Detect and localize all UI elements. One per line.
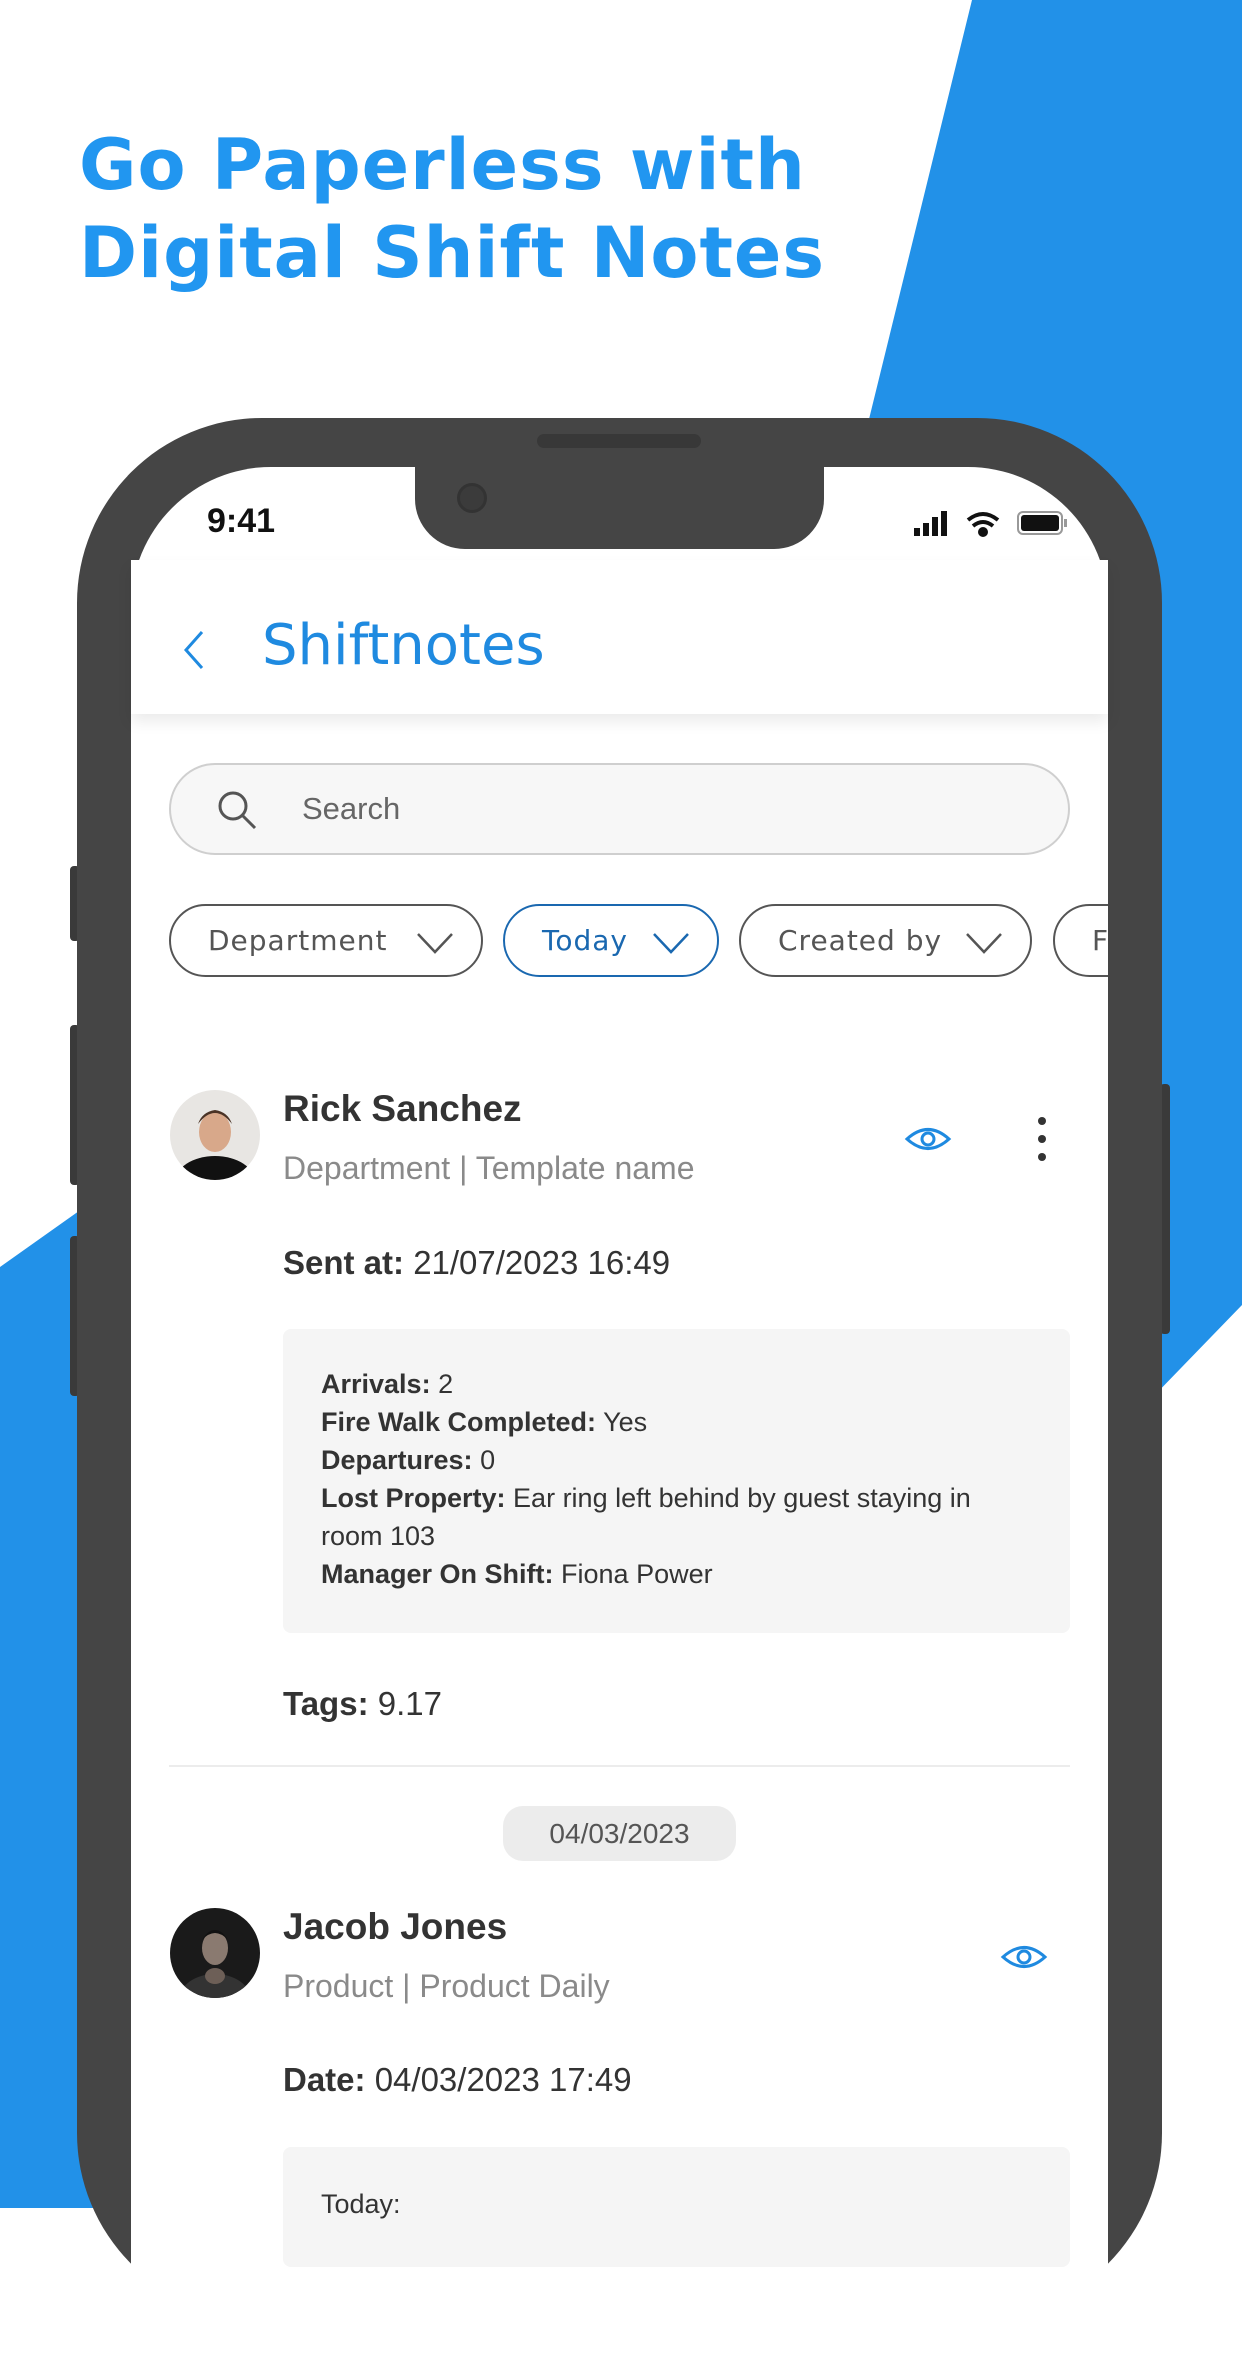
field-row: Fire Walk Completed: Yes [321, 1407, 648, 1437]
signal-icon [914, 511, 947, 536]
filter-department[interactable]: Department [169, 904, 483, 977]
sent-at-value: 21/07/2023 16:49 [413, 1244, 671, 1281]
page-title: Shiftnotes [262, 613, 545, 678]
filter-created-by[interactable]: Created by [739, 904, 1032, 977]
search-icon [218, 791, 257, 830]
note-text: Today: [321, 2189, 401, 2219]
filter-label: F [1092, 924, 1110, 957]
more-vertical-icon[interactable] [1032, 1115, 1052, 1165]
field-row: Arrivals: 2 [321, 1369, 454, 1399]
filter-label: Created by [778, 924, 943, 957]
note-content: Today: [283, 2147, 1070, 2267]
tags-label: Tags: [283, 1685, 369, 1722]
tags-value: 9.17 [377, 1685, 442, 1722]
filter-label: Department [208, 924, 388, 957]
note-content: Arrivals: 2 Fire Walk Completed: Yes Dep… [283, 1329, 1070, 1633]
author-name: Jacob Jones [283, 1906, 508, 1947]
field-row: Manager On Shift: Fiona Power [321, 1559, 713, 1589]
chevron-down-icon [417, 933, 453, 954]
field-row: Lost Property: Ear ring left behind by g… [321, 1483, 971, 1551]
date-label: Date: [283, 2061, 366, 2098]
wifi-icon [966, 512, 1000, 537]
author-subtitle: Product | Product Daily [283, 1968, 610, 2004]
speaker [537, 434, 701, 448]
eye-icon[interactable] [1000, 1940, 1048, 1974]
chevron-down-icon [966, 933, 1002, 954]
headline-line2: Digital Shift Notes [79, 212, 826, 294]
filter-label: Today [542, 924, 628, 957]
chevron-left-icon[interactable] [180, 628, 210, 672]
status-icons [914, 511, 1067, 537]
chevron-down-icon [653, 933, 689, 954]
headline-line1: Go Paperless with [79, 124, 806, 206]
search-placeholder: Search [302, 791, 401, 826]
divider [169, 1765, 1070, 1767]
avatar [170, 1090, 260, 1180]
date-value: 04/03/2023 17:49 [374, 2061, 632, 2098]
field-row: Departures: 0 [321, 1445, 496, 1475]
battery-icon [1017, 511, 1067, 535]
avatar [170, 1908, 260, 1998]
eye-icon[interactable] [904, 1122, 952, 1156]
author-subtitle: Department | Template name [283, 1150, 695, 1186]
date-separator: 04/03/2023 [503, 1806, 736, 1861]
sent-at: Sent at: 21/07/2023 16:49 [283, 1244, 670, 1282]
author-name: Rick Sanchez [283, 1088, 522, 1129]
status-time: 9:41 [207, 502, 276, 540]
filter-today[interactable]: Today [503, 904, 719, 977]
tags: Tags: 9.17 [283, 1685, 442, 1723]
sent-at-label: Sent at: [283, 1244, 405, 1281]
camera [457, 483, 487, 513]
search-input[interactable]: Search [169, 763, 1070, 855]
date: Date: 04/03/2023 17:49 [283, 2061, 632, 2099]
